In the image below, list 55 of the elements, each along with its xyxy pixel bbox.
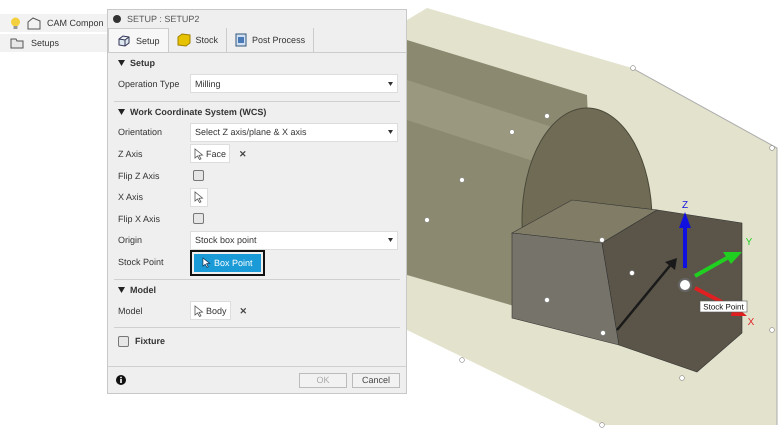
field-label: Model xyxy=(117,306,144,316)
clear-selection-button[interactable]: ✕ xyxy=(240,306,248,316)
tree-item[interactable]: Setups xyxy=(0,34,107,52)
section-header[interactable]: Work Coordinate System (WCS) xyxy=(114,102,400,122)
caret-icon xyxy=(388,238,393,242)
axis-label: Y xyxy=(746,237,752,248)
selection-field[interactable]: Face xyxy=(190,144,230,164)
clear-selection-button[interactable]: ✕ xyxy=(239,148,248,159)
field-label: Flip X Axis xyxy=(117,214,162,224)
cursor-icon xyxy=(194,191,204,204)
dropdown[interactable]: Stock box point xyxy=(190,230,398,250)
cursor-icon xyxy=(194,148,204,160)
caret-icon xyxy=(388,130,393,134)
document-icon xyxy=(235,33,248,47)
triangle-icon[interactable] xyxy=(118,286,125,293)
tab[interactable]: Stock xyxy=(168,28,228,52)
checkbox[interactable] xyxy=(193,213,204,224)
lightbulb-icon[interactable] xyxy=(10,16,21,30)
field-label: X Axis xyxy=(117,192,144,202)
field-label: Operation Type xyxy=(117,78,180,89)
field-label: Flip Z Axis xyxy=(117,170,161,181)
selection-field[interactable]: Body xyxy=(190,301,231,320)
dialog-title: SETUP : SETUP2 xyxy=(127,14,200,24)
tab[interactable]: Setup xyxy=(108,28,169,52)
origin-point[interactable] xyxy=(678,278,692,292)
folder-icon xyxy=(10,37,25,49)
axis-label: X xyxy=(748,317,754,328)
dropdown[interactable]: Select Z axis/plane & X axis xyxy=(190,122,398,142)
fixture-label: Fixture xyxy=(135,336,166,346)
tree-item-label: Setups xyxy=(31,38,60,48)
block-icon xyxy=(176,33,191,47)
cursor-icon xyxy=(194,304,204,317)
triangle-icon[interactable] xyxy=(118,108,125,115)
axis-label: Z xyxy=(682,200,688,211)
selection-field[interactable] xyxy=(190,188,208,207)
stock-point-tooltip: Stock Point xyxy=(700,300,748,312)
dropdown[interactable]: Milling xyxy=(190,74,398,94)
cube-icon xyxy=(117,34,131,48)
field-label: Stock Point xyxy=(117,256,165,267)
field-label: Orientation xyxy=(117,127,164,138)
field-label: Origin xyxy=(117,235,144,246)
dialog-button[interactable]: Cancel xyxy=(352,372,400,388)
checkbox[interactable] xyxy=(118,336,129,347)
cursor-icon xyxy=(202,257,211,268)
caret-icon xyxy=(388,82,393,86)
field-label: Z Axis xyxy=(117,148,144,159)
tree-item[interactable]: CAM Compon xyxy=(0,14,107,32)
component-icon xyxy=(27,16,41,30)
info-icon[interactable] xyxy=(116,375,126,385)
collapse-icon[interactable] xyxy=(113,15,121,23)
tree-item-label: CAM Compon xyxy=(47,18,104,28)
section-header[interactable]: Setup xyxy=(114,53,400,73)
checkbox[interactable] xyxy=(193,170,204,182)
triangle-icon[interactable] xyxy=(118,60,125,66)
section-header[interactable]: Model xyxy=(114,280,400,300)
